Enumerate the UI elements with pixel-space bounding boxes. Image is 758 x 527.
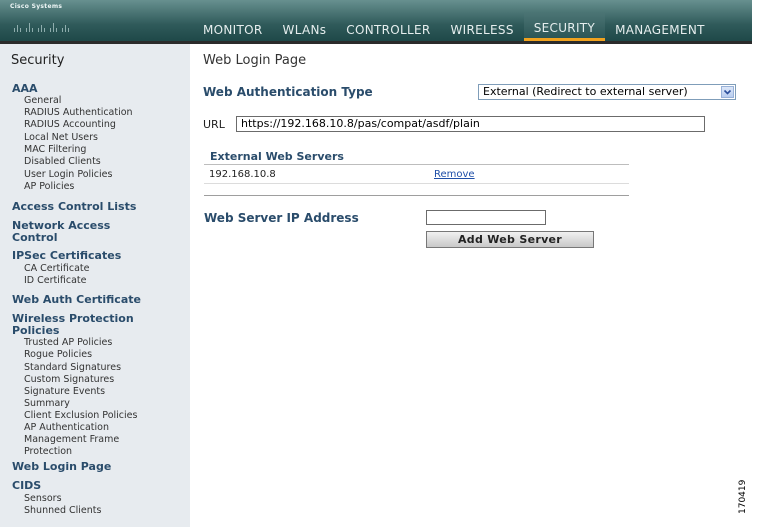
remove-server-link[interactable]: Remove bbox=[434, 169, 475, 180]
logo-text: Cisco Systems bbox=[10, 3, 63, 10]
main-content: Web Login Page Web Authentication Type E… bbox=[190, 44, 752, 527]
web-auth-type-select[interactable]: External (Redirect to external server) bbox=[478, 84, 736, 100]
nav-controller[interactable]: CONTROLLER bbox=[336, 13, 440, 41]
sidebar-group-wireless-protection-policies[interactable]: Wireless Protection Policies bbox=[12, 313, 162, 337]
sidebar-item-user-login-policies[interactable]: User Login Policies bbox=[24, 169, 112, 181]
sidebar-item-access-control-lists[interactable]: Access Control Lists bbox=[12, 201, 182, 213]
sidebar-item-network-access-control[interactable]: Network Access Control bbox=[12, 220, 122, 244]
page-title: Web Login Page bbox=[203, 53, 307, 68]
divider bbox=[204, 195, 629, 196]
chevron-down-icon[interactable] bbox=[721, 86, 734, 98]
sidebar-item-shunned-clients[interactable]: Shunned Clients bbox=[24, 505, 101, 517]
sidebar-item-web-auth-certificate[interactable]: Web Auth Certificate bbox=[12, 294, 182, 306]
sidebar-item-client-exclusion-policies[interactable]: Client Exclusion Policies bbox=[24, 410, 137, 422]
external-server-ip: 192.168.10.8 bbox=[209, 169, 276, 180]
sidebar-item-ca-certificate[interactable]: CA Certificate bbox=[24, 263, 90, 275]
sidebar-item-standard-signatures[interactable]: Standard Signatures bbox=[24, 362, 121, 374]
sidebar-group-aaa[interactable]: AAA bbox=[12, 83, 182, 95]
sidebar-item-custom-signatures[interactable]: Custom Signatures bbox=[24, 374, 114, 386]
sidebar-item-mac-filtering[interactable]: MAC Filtering bbox=[24, 144, 86, 156]
url-label: URL bbox=[203, 118, 225, 131]
sidebar-title: Security bbox=[11, 53, 65, 68]
sidebar-item-trusted-ap-policies[interactable]: Trusted AP Policies bbox=[24, 337, 112, 349]
web-auth-type-label: Web Authentication Type bbox=[203, 85, 373, 99]
sidebar-item-radius-accounting[interactable]: RADIUS Accounting bbox=[24, 119, 116, 131]
top-header: Cisco Systems MONITOR WLANs CONTROLLER W… bbox=[0, 0, 752, 44]
cisco-bridge-icon bbox=[14, 23, 69, 32]
sidebar-item-ap-authentication[interactable]: AP Authentication bbox=[24, 422, 109, 434]
url-input[interactable]: https://192.168.10.8/pas/compat/asdf/pla… bbox=[236, 116, 705, 132]
divider bbox=[204, 164, 629, 165]
sidebar-item-ap-policies[interactable]: AP Policies bbox=[24, 181, 74, 193]
nav-wireless[interactable]: WIRELESS bbox=[441, 13, 524, 41]
add-web-server-button[interactable]: Add Web Server bbox=[426, 231, 594, 248]
web-server-ip-input[interactable] bbox=[426, 210, 546, 225]
web-auth-type-value: External (Redirect to external server) bbox=[483, 85, 688, 98]
sidebar-item-web-login-page[interactable]: Web Login Page bbox=[12, 461, 182, 473]
web-server-ip-label: Web Server IP Address bbox=[204, 211, 359, 225]
external-web-servers-heading: External Web Servers bbox=[210, 150, 344, 163]
nav-wlans[interactable]: WLANs bbox=[273, 13, 337, 41]
sidebar-item-general[interactable]: General bbox=[24, 95, 61, 107]
sidebar-group-ipsec-certificates[interactable]: IPSec Certificates bbox=[12, 250, 182, 262]
nav-security[interactable]: SECURITY bbox=[523, 13, 606, 41]
sidebar-item-signature-events-summary[interactable]: Signature Events Summary bbox=[24, 386, 116, 410]
nav-monitor[interactable]: MONITOR bbox=[193, 13, 273, 41]
sidebar-item-sensors[interactable]: Sensors bbox=[24, 493, 62, 505]
sidebar-item-management-frame-protection[interactable]: Management Frame Protection bbox=[24, 434, 152, 458]
sidebar-item-rogue-policies[interactable]: Rogue Policies bbox=[24, 349, 92, 361]
figure-id: 170419 bbox=[738, 479, 748, 514]
main-nav: MONITOR WLANs CONTROLLER WIRELESS SECURI… bbox=[193, 13, 715, 41]
sidebar: Security AAA General RADIUS Authenticati… bbox=[0, 44, 190, 527]
sidebar-item-id-certificate[interactable]: ID Certificate bbox=[24, 275, 86, 287]
cisco-logo: Cisco Systems bbox=[8, 3, 84, 39]
sidebar-group-cids[interactable]: CIDS bbox=[12, 480, 182, 492]
divider bbox=[204, 183, 629, 184]
sidebar-item-local-net-users[interactable]: Local Net Users bbox=[24, 132, 98, 144]
nav-management[interactable]: MANAGEMENT bbox=[605, 13, 715, 41]
sidebar-item-radius-authentication[interactable]: RADIUS Authentication bbox=[24, 107, 133, 119]
sidebar-item-disabled-clients[interactable]: Disabled Clients bbox=[24, 156, 101, 168]
